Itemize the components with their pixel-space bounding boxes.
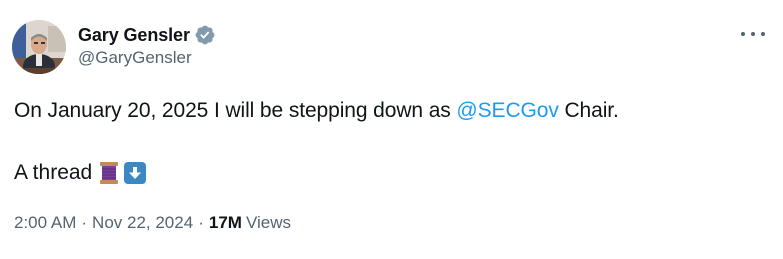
author-handle[interactable]: @GaryGensler — [78, 48, 192, 68]
more-options-icon[interactable] — [741, 24, 765, 44]
meta-separator: · — [81, 213, 88, 232]
tweet-meta: 2:00 AM · Nov 22, 2024 · 17M Views — [14, 213, 291, 233]
thread-text: A thread — [14, 161, 93, 184]
author-display-name[interactable]: Gary Gensler — [78, 25, 190, 46]
meta-separator: · — [198, 213, 204, 232]
views-count[interactable]: 17M — [209, 213, 242, 233]
mention-link[interactable]: @SECGov — [456, 99, 558, 122]
verified-badge-icon[interactable] — [194, 24, 216, 46]
spool-of-thread-emoji — [98, 161, 120, 185]
tweet-text: On January 20, 2025 I will be stepping d… — [14, 97, 619, 125]
thread-line: A thread — [14, 159, 147, 187]
tweet-date[interactable]: Nov 22, 2024 — [92, 213, 193, 233]
author-name-row: Gary Gensler — [78, 23, 216, 47]
avatar[interactable] — [12, 20, 66, 74]
tweet-text-after-mention: Chair. — [558, 99, 619, 122]
tweet-text-before-mention: On January 20, 2025 I will be stepping d… — [14, 99, 457, 122]
down-arrow-emoji — [124, 162, 147, 184]
views-label: Views — [245, 213, 291, 232]
tweet-time[interactable]: 2:00 AM — [14, 213, 76, 233]
